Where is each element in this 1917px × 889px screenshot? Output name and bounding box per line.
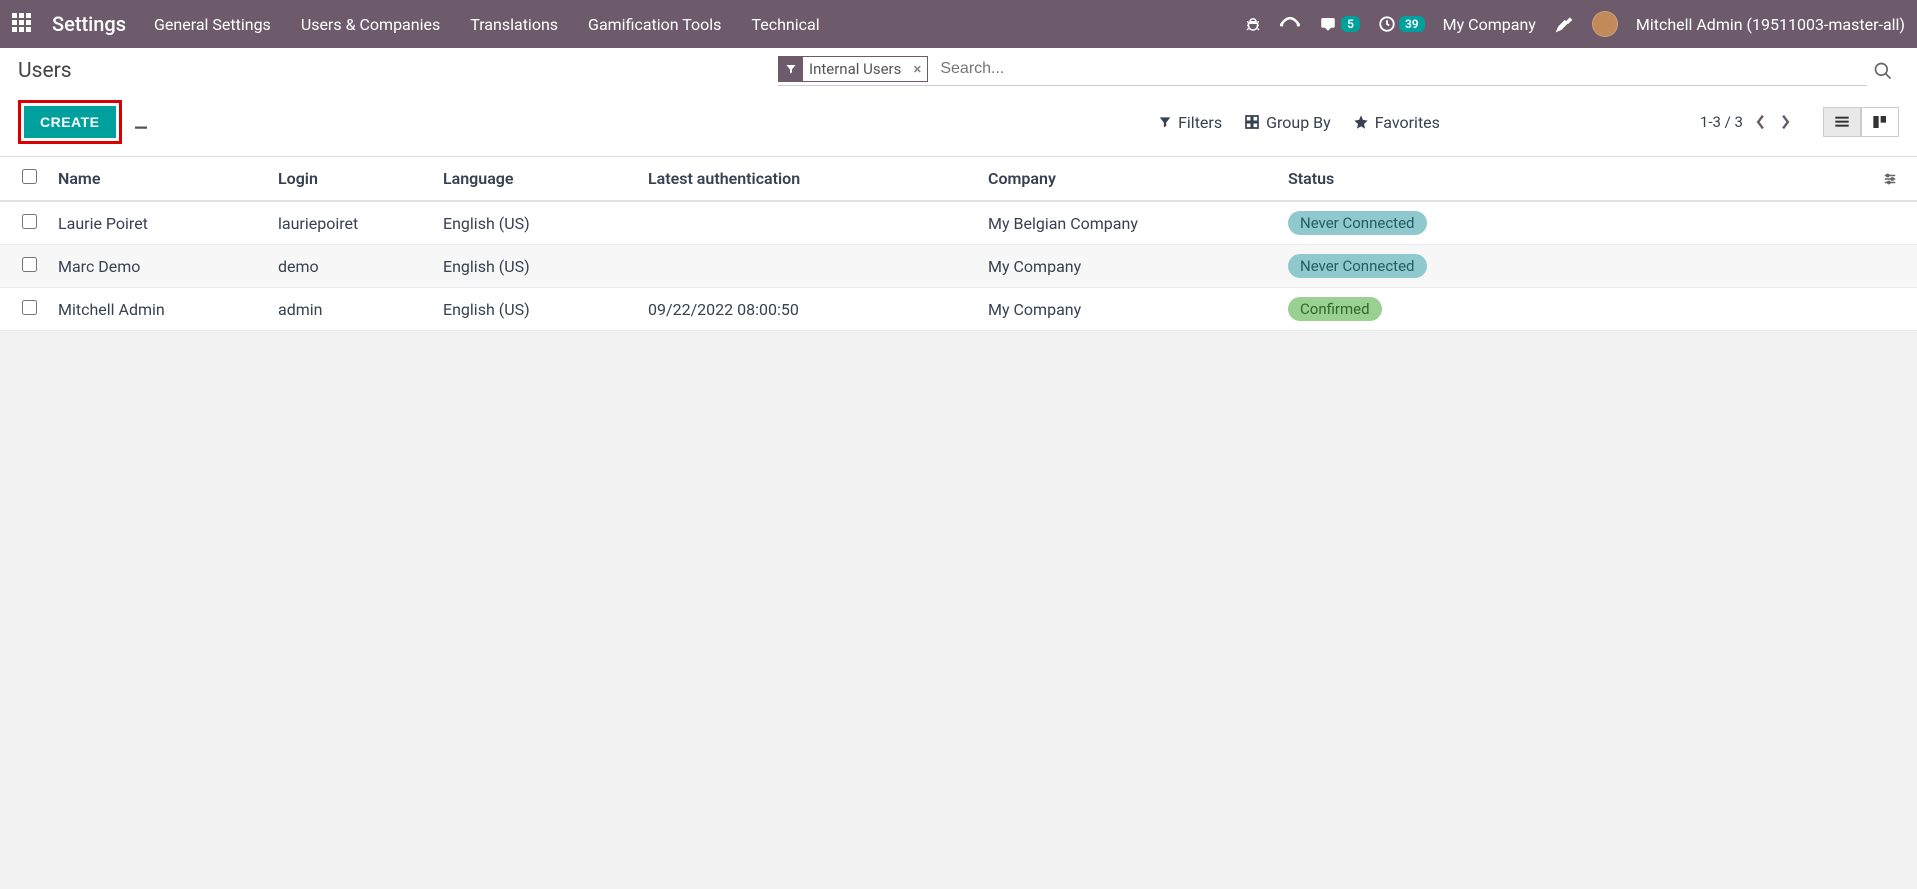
cell-name: Mitchell Admin (48, 288, 268, 331)
cell-language: English (US) (433, 245, 638, 288)
favorites-dropdown[interactable]: Favorites (1353, 113, 1440, 132)
menu-gamification-tools[interactable]: Gamification Tools (588, 15, 721, 34)
view-switcher (1823, 107, 1899, 137)
row-checkbox[interactable] (22, 300, 37, 315)
cell-name: Laurie Poiret (48, 201, 268, 245)
column-options-icon[interactable] (1881, 172, 1899, 186)
header-login[interactable]: Login (268, 157, 433, 201)
cell-company: My Belgian Company (978, 201, 1278, 245)
table-row[interactable]: Laurie PoiretlauriepoiretEnglish (US) My … (0, 201, 1917, 245)
cell-status: Confirmed (1278, 288, 1871, 331)
search-icon[interactable] (1867, 61, 1899, 81)
header-company[interactable]: Company (978, 157, 1278, 201)
avatar[interactable] (1592, 11, 1618, 37)
row-checkbox[interactable] (22, 214, 37, 229)
facet-remove[interactable]: × (907, 57, 927, 81)
pager: 1-3 / 3 (1700, 113, 1793, 131)
header-status[interactable]: Status (1278, 157, 1871, 201)
company-selector[interactable]: My Company (1443, 15, 1536, 34)
favorites-label: Favorites (1375, 113, 1440, 132)
cell-company: My Company (978, 245, 1278, 288)
cell-company: My Company (978, 288, 1278, 331)
filter-icon (779, 60, 803, 78)
cell-latest-auth (638, 245, 978, 288)
search-input[interactable] (934, 56, 1867, 82)
tools-icon[interactable] (1554, 14, 1574, 34)
messages-badge: 5 (1341, 16, 1360, 32)
create-highlight: CREATE (18, 100, 122, 144)
support-icon[interactable] (1280, 15, 1300, 33)
header-language[interactable]: Language (433, 157, 638, 201)
groupby-dropdown[interactable]: Group By (1244, 113, 1331, 132)
import-icon[interactable] (132, 113, 150, 131)
cell-login: admin (268, 288, 433, 331)
filters-dropdown[interactable]: Filters (1158, 113, 1222, 132)
groupby-label: Group By (1266, 113, 1331, 132)
top-menu: General Settings Users & Companies Trans… (154, 15, 820, 34)
pager-text[interactable]: 1-3 / 3 (1700, 113, 1743, 131)
header-name[interactable]: Name (48, 157, 268, 201)
row-checkbox[interactable] (22, 257, 37, 272)
cell-latest-auth: 09/22/2022 08:00:50 (638, 288, 978, 331)
apps-icon[interactable] (12, 13, 34, 35)
cell-status: Never Connected (1278, 201, 1871, 245)
pager-next[interactable] (1778, 114, 1793, 130)
cell-login: demo (268, 245, 433, 288)
status-badge: Confirmed (1288, 297, 1382, 321)
messages-icon[interactable]: 5 (1318, 15, 1360, 33)
menu-general-settings[interactable]: General Settings (154, 15, 271, 34)
activities-icon[interactable]: 39 (1378, 15, 1425, 33)
cell-status: Never Connected (1278, 245, 1871, 288)
kanban-view-button[interactable] (1861, 107, 1899, 137)
cell-login: lauriepoiret (268, 201, 433, 245)
filters-label: Filters (1178, 113, 1222, 132)
header-options (1871, 157, 1917, 201)
menu-translations[interactable]: Translations (470, 15, 558, 34)
user-menu[interactable]: Mitchell Admin (19511003-master-all) (1636, 15, 1905, 34)
debug-icon[interactable] (1244, 15, 1262, 33)
menu-technical[interactable]: Technical (751, 15, 819, 34)
table-row[interactable]: Marc DemodemoEnglish (US) My Company Never… (0, 245, 1917, 288)
systray: 5 39 My Company Mitchell Admin (19511003… (1244, 11, 1905, 37)
menu-users-companies[interactable]: Users & Companies (301, 15, 440, 34)
cell-language: English (US) (433, 288, 638, 331)
list-view-button[interactable] (1823, 107, 1861, 137)
app-title[interactable]: Settings (52, 12, 126, 36)
table-row[interactable]: Mitchell AdminadminEnglish (US)09/22/202… (0, 288, 1917, 331)
cell-language: English (US) (433, 201, 638, 245)
control-panel: Users Internal Users × CREATE Filters Gr… (0, 48, 1917, 157)
list-view: Name Login Language Latest authenticatio… (0, 157, 1917, 331)
select-all-checkbox[interactable] (22, 169, 37, 184)
pager-prev[interactable] (1753, 114, 1768, 130)
status-badge: Never Connected (1288, 254, 1427, 278)
header-latest-auth[interactable]: Latest authentication (638, 157, 978, 201)
page-title: Users (18, 59, 778, 83)
top-navbar: Settings General Settings Users & Compan… (0, 0, 1917, 48)
create-button[interactable]: CREATE (24, 106, 116, 138)
cell-name: Marc Demo (48, 245, 268, 288)
search-bar[interactable]: Internal Users × (778, 56, 1867, 86)
select-all-header (0, 157, 48, 201)
status-badge: Never Connected (1288, 211, 1427, 235)
facet-label: Internal Users (803, 57, 907, 81)
activities-badge: 39 (1399, 16, 1425, 32)
cell-latest-auth (638, 201, 978, 245)
search-facet: Internal Users × (778, 56, 928, 82)
